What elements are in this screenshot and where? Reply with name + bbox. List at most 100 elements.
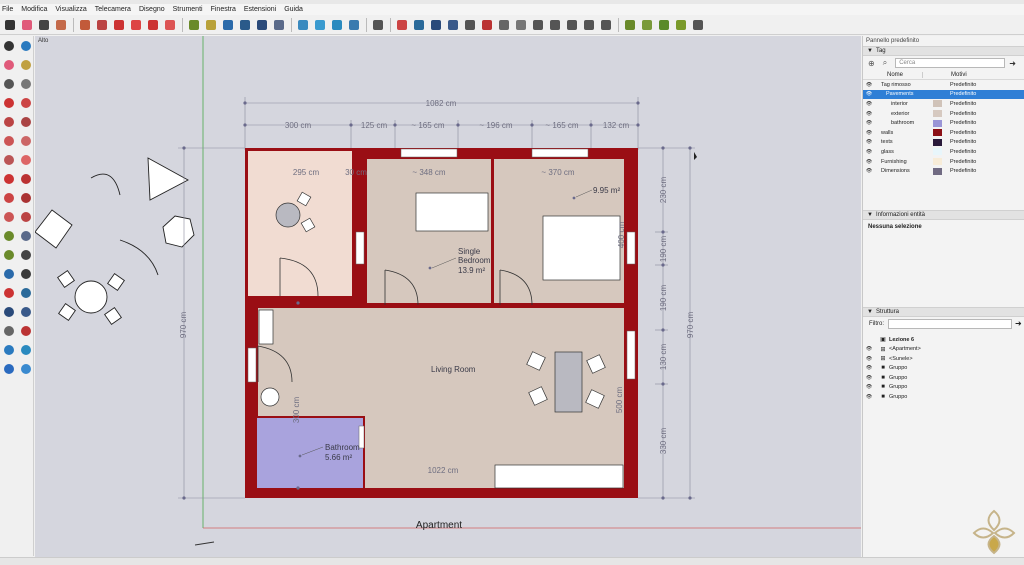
- arc3-icon[interactable]: [1, 152, 17, 168]
- extension-warehouse-icon[interactable]: [312, 17, 328, 33]
- menu-strumenti[interactable]: Strumenti: [173, 6, 203, 13]
- drawing-viewport[interactable]: Alto 1082 cm 300 cm 125 cm ~ 165 cm ~ 19…: [35, 36, 861, 557]
- tag-details-icon[interactable]: ➜: [1009, 59, 1016, 68]
- smoove-icon[interactable]: [673, 17, 689, 33]
- circle-icon[interactable]: [1, 114, 17, 130]
- text-icon[interactable]: [18, 247, 34, 263]
- visibility-eye-icon[interactable]: 👁: [863, 91, 875, 97]
- section-tool-icon[interactable]: [18, 342, 34, 358]
- zoom-icon[interactable]: [254, 17, 270, 33]
- look-around-icon[interactable]: [428, 17, 444, 33]
- col-name[interactable]: Nome: [885, 71, 923, 78]
- arc-icon[interactable]: [1, 133, 17, 149]
- loose-furniture[interactable]: [35, 157, 195, 325]
- outliner-filter-input[interactable]: [888, 318, 1012, 329]
- flip-edge-icon[interactable]: [690, 17, 706, 33]
- position-camera-tool-icon[interactable]: [1, 323, 17, 339]
- push-pull-tool-icon[interactable]: [18, 171, 34, 187]
- top-view-icon[interactable]: [530, 17, 546, 33]
- pie-icon[interactable]: [18, 152, 34, 168]
- look-tool-icon[interactable]: [1, 342, 17, 358]
- follow-me-icon[interactable]: [18, 190, 34, 206]
- paint-bucket-icon[interactable]: [203, 17, 219, 33]
- line-icon[interactable]: [1, 76, 17, 92]
- visibility-eye-icon[interactable]: 👁: [863, 168, 875, 174]
- visibility-eye-icon[interactable]: 👁: [863, 394, 875, 400]
- eraser-icon[interactable]: [1, 57, 17, 73]
- tape-icon[interactable]: [1, 228, 17, 244]
- visibility-eye-icon[interactable]: 👁: [863, 346, 875, 352]
- stamp-icon[interactable]: [639, 17, 655, 33]
- rotated-rect-icon[interactable]: [18, 95, 34, 111]
- visibility-eye-icon[interactable]: 👁: [863, 365, 875, 371]
- tag-color-swatch[interactable]: [933, 148, 942, 156]
- outliner-header[interactable]: ▼ Struttura: [863, 306, 1024, 317]
- eraser-tool-icon[interactable]: [19, 17, 35, 33]
- add-tag-icon[interactable]: ⊕: [868, 59, 875, 68]
- tag-row[interactable]: 👁 Dimensions Predefinito: [863, 166, 1024, 176]
- floor-plan-canvas[interactable]: 1082 cm 300 cm 125 cm ~ 165 cm ~ 196 cm …: [35, 36, 861, 557]
- zoom-window-icon[interactable]: [445, 17, 461, 33]
- scale-icon[interactable]: [1, 209, 17, 225]
- tag-search-input[interactable]: Cerca: [895, 58, 1006, 68]
- entity-info-header[interactable]: ▼ Informazioni entità: [863, 209, 1024, 220]
- select-icon[interactable]: [1, 38, 17, 54]
- pan-tool-icon[interactable]: [18, 285, 34, 301]
- menu-finestra[interactable]: Finestra: [211, 6, 236, 13]
- visibility-eye-icon[interactable]: 👁: [863, 111, 875, 117]
- front-view-icon[interactable]: [547, 17, 563, 33]
- rotate-tool-icon[interactable]: [128, 17, 144, 33]
- tag-row[interactable]: 👁 Tag rimosso Predefinito: [863, 80, 1024, 90]
- position-camera-icon[interactable]: [411, 17, 427, 33]
- outliner-row[interactable]: 👁 ■ Gruppo: [863, 392, 1024, 402]
- menu-estensioni[interactable]: Estensioni: [244, 6, 276, 13]
- tag-color-swatch[interactable]: [933, 110, 942, 118]
- tag-row[interactable]: 👁 interior Predefinito: [863, 99, 1024, 109]
- footprint-icon[interactable]: [496, 17, 512, 33]
- tag-color-swatch[interactable]: [933, 100, 942, 108]
- component-icon[interactable]: [18, 38, 34, 54]
- pan-icon[interactable]: [237, 17, 253, 33]
- menu-disegno[interactable]: Disegno: [139, 6, 165, 13]
- warehouse-tool-icon[interactable]: [1, 361, 17, 377]
- section-plane-icon[interactable]: [479, 17, 495, 33]
- sandbox-icon[interactable]: [622, 17, 638, 33]
- tag-color-swatch[interactable]: [933, 91, 942, 98]
- tag-section-header[interactable]: ▼ Tag: [863, 46, 1024, 56]
- walk-tool-icon[interactable]: [18, 323, 34, 339]
- visibility-eye-icon[interactable]: 👁: [863, 375, 875, 381]
- outliner-row[interactable]: 👁 ⊞ <Apartment>: [863, 344, 1024, 354]
- layout-icon[interactable]: [346, 17, 362, 33]
- select-tool-icon[interactable]: [2, 17, 18, 33]
- freehand-icon[interactable]: [18, 76, 34, 92]
- outliner-row[interactable]: 👁 ■ Gruppo: [863, 363, 1024, 373]
- visibility-eye-icon[interactable]: 👁: [863, 120, 875, 126]
- 3d-text-icon[interactable]: [18, 266, 34, 282]
- drape-icon[interactable]: [656, 17, 672, 33]
- iso-view-icon[interactable]: [513, 17, 529, 33]
- tag-color-swatch[interactable]: [933, 81, 942, 88]
- tag-color-swatch[interactable]: [933, 138, 942, 146]
- tag-row[interactable]: 👁 Pavements Predefinito: [863, 89, 1024, 100]
- scale-tool-icon[interactable]: [145, 17, 161, 33]
- left-view-icon[interactable]: [598, 17, 614, 33]
- walk-icon[interactable]: [394, 17, 410, 33]
- previous-view-icon[interactable]: [462, 17, 478, 33]
- tag-row[interactable]: 👁 walls Predefinito: [863, 128, 1024, 138]
- tag-color-swatch[interactable]: [933, 167, 942, 175]
- menu-telecamera[interactable]: Telecamera: [95, 6, 131, 13]
- offset-tool-icon[interactable]: [162, 17, 178, 33]
- tape-measure-icon[interactable]: [186, 17, 202, 33]
- dimension-icon[interactable]: [18, 228, 34, 244]
- tag-row[interactable]: 👁 texts Predefinito: [863, 138, 1024, 148]
- right-view-icon[interactable]: [564, 17, 580, 33]
- visibility-eye-icon[interactable]: 👁: [863, 101, 875, 107]
- offset-icon[interactable]: [18, 209, 34, 225]
- rectangle-icon[interactable]: [1, 95, 17, 111]
- visibility-eye-icon[interactable]: 👁: [863, 149, 875, 155]
- outliner-row[interactable]: ▣ Lezione 6: [863, 335, 1024, 345]
- orbit-tool-icon[interactable]: [1, 285, 17, 301]
- protractor-icon[interactable]: [1, 247, 17, 263]
- tag-color-swatch[interactable]: [933, 119, 942, 127]
- arc-tool-icon[interactable]: [53, 17, 69, 33]
